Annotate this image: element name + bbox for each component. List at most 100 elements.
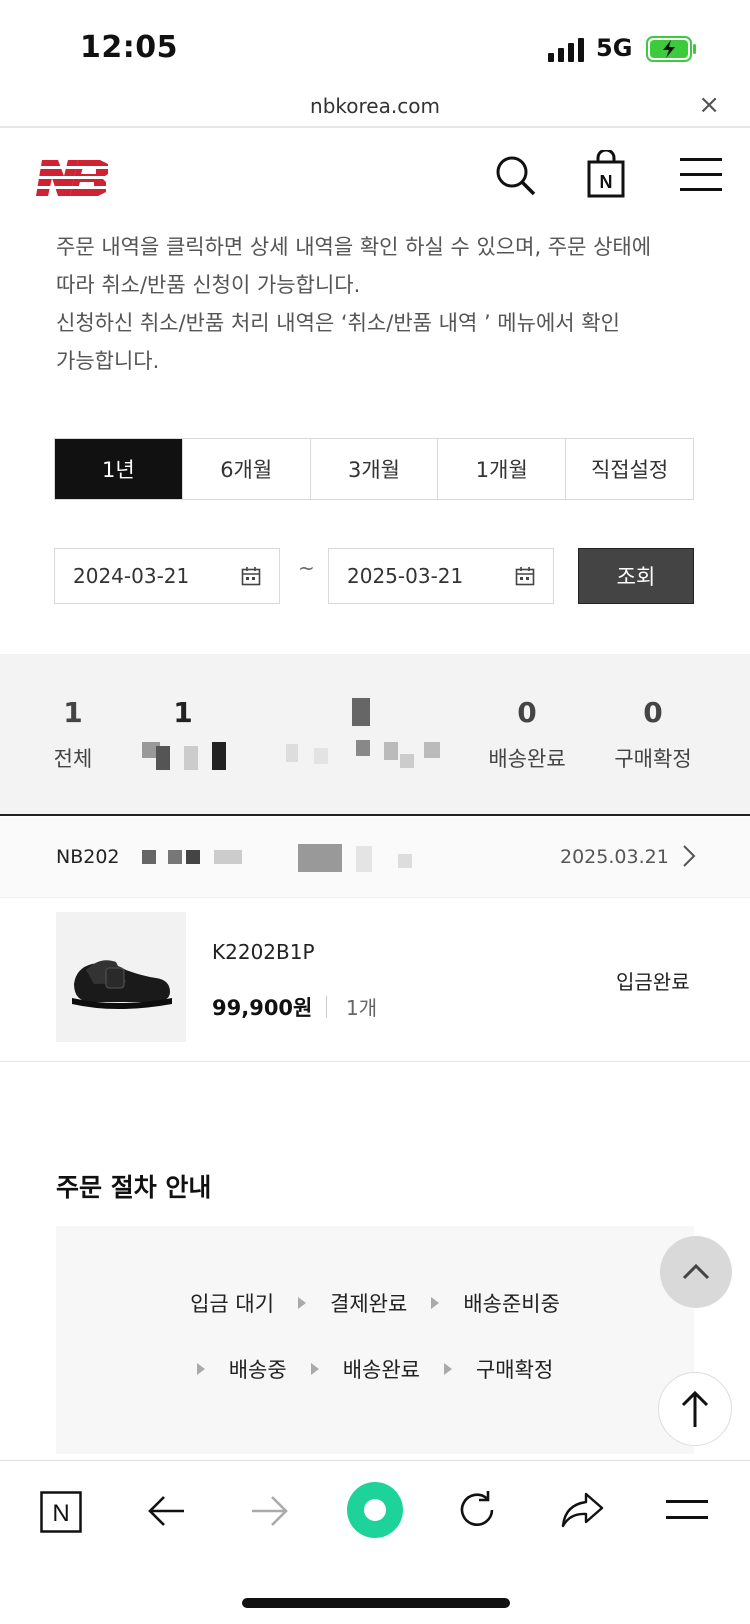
calendar-icon[interactable] bbox=[241, 566, 261, 586]
product-quantity: 1개 bbox=[346, 996, 378, 1020]
order-procedure-guide: 입금 대기 결제완료 배송준비중 배송중 배송완료 구매확정 bbox=[56, 1226, 694, 1454]
order-status: 입금완료 bbox=[616, 970, 690, 994]
order-number: NB202 bbox=[56, 846, 120, 868]
shopping-bag-icon[interactable]: N bbox=[586, 150, 626, 198]
triangle-right-icon bbox=[431, 1297, 440, 1309]
url-domain[interactable]: nbkorea.com bbox=[0, 94, 750, 118]
step-row: 배송중 배송완료 구매확정 bbox=[56, 1354, 694, 1384]
summary-label: 전체 bbox=[53, 747, 93, 771]
triangle-right-icon bbox=[298, 1297, 307, 1309]
notice-line: 주문 내역을 클릭하면 상세 내역을 확인 하실 수 있으며, 주문 상태에 bbox=[56, 235, 652, 259]
tab-3-months[interactable]: 3개월 bbox=[309, 439, 438, 499]
tab-custom-range[interactable]: 직접설정 bbox=[565, 439, 693, 499]
end-date-field[interactable]: 2025-03-21 bbox=[328, 548, 554, 604]
arrow-up-icon bbox=[681, 1390, 709, 1427]
product-code: K2202B1P bbox=[212, 940, 315, 964]
step-payment-complete: 결제완료 bbox=[330, 1292, 408, 1316]
scroll-up-button[interactable] bbox=[660, 1236, 732, 1308]
order-notice: 주문 내역을 클릭하면 상세 내역을 확인 하실 수 있으며, 주문 상태에 따… bbox=[56, 228, 706, 380]
n-letter: N bbox=[52, 1500, 69, 1527]
home-indicator bbox=[242, 1598, 510, 1608]
product-price: 99,900원 bbox=[212, 996, 313, 1020]
site-header: N bbox=[0, 128, 750, 228]
summary-all[interactable]: 1 전체 bbox=[18, 696, 128, 773]
tab-1-month[interactable]: 1개월 bbox=[437, 439, 565, 499]
redacted-mosaic bbox=[352, 698, 370, 726]
close-icon[interactable]: × bbox=[698, 90, 720, 120]
redacted-mosaic bbox=[384, 742, 398, 760]
step-delivered: 배송완료 bbox=[342, 1358, 420, 1382]
back-arrow-icon[interactable] bbox=[146, 1493, 186, 1529]
bag-letter: N bbox=[600, 172, 613, 192]
start-date-value: 2024-03-21 bbox=[73, 564, 190, 588]
tab-1-year[interactable]: 1년 bbox=[55, 439, 182, 499]
notice-line: 따라 취소/반품 신청이 가능합니다. bbox=[56, 273, 361, 297]
summary-label: 구매확정 bbox=[614, 747, 692, 771]
triangle-right-icon bbox=[196, 1363, 205, 1375]
redacted-mosaic bbox=[398, 854, 412, 868]
signal-icon bbox=[548, 36, 586, 62]
redacted-mosaic bbox=[356, 740, 370, 756]
redacted-mosaic bbox=[186, 850, 200, 864]
redacted-mosaic bbox=[212, 742, 226, 770]
redacted-mosaic bbox=[356, 846, 372, 872]
chevron-up-icon bbox=[682, 1263, 710, 1280]
url-bar[interactable]: nbkorea.com × bbox=[0, 88, 750, 128]
status-time: 12:05 bbox=[80, 30, 178, 65]
summary-label: 배송완료 bbox=[488, 747, 566, 771]
step-deposit-wait: 입금 대기 bbox=[190, 1292, 275, 1316]
calendar-icon[interactable] bbox=[515, 566, 535, 586]
redacted-mosaic bbox=[168, 850, 182, 864]
end-date-value: 2025-03-21 bbox=[347, 564, 464, 588]
hamburger-menu-icon[interactable] bbox=[680, 156, 722, 194]
step-shipping: 배송중 bbox=[228, 1358, 287, 1382]
redacted-mosaic bbox=[298, 844, 342, 872]
redacted-mosaic bbox=[142, 850, 156, 864]
summary-delivered[interactable]: 0 배송완료 bbox=[472, 696, 582, 773]
notice-line: 신청하신 취소/반품 처리 내역은 ‘취소/반품 내역 ’ 메뉴에서 확인 bbox=[56, 311, 620, 335]
forward-arrow-icon[interactable] bbox=[250, 1493, 290, 1529]
tab-6-months[interactable]: 6개월 bbox=[181, 439, 310, 499]
naver-n-icon[interactable]: N bbox=[40, 1491, 82, 1533]
date-separator: ~ bbox=[298, 556, 315, 580]
redacted-mosaic bbox=[286, 744, 298, 762]
order-status-summary: 1 전체 1 0 배송완료 0 구매확정 bbox=[0, 654, 750, 816]
status-bar: 12:05 5G bbox=[0, 0, 750, 88]
step-preparing-shipment: 배송준비중 bbox=[463, 1292, 560, 1316]
green-home-icon[interactable] bbox=[346, 1481, 404, 1539]
redacted-mosaic bbox=[424, 742, 440, 758]
scroll-to-top-button[interactable] bbox=[658, 1372, 732, 1446]
search-icon[interactable] bbox=[494, 154, 538, 198]
sandal-image bbox=[72, 960, 172, 1009]
guide-title: 주문 절차 안내 bbox=[56, 1173, 212, 1202]
step-purchase-confirmed: 구매확정 bbox=[475, 1358, 554, 1382]
order-header-row[interactable]: NB202 2025.03.21 bbox=[0, 818, 750, 898]
new-balance-logo[interactable] bbox=[28, 156, 112, 200]
redacted-mosaic bbox=[156, 746, 170, 770]
period-tabs: 1년 6개월 3개월 1개월 직접설정 bbox=[54, 438, 694, 500]
start-date-field[interactable]: 2024-03-21 bbox=[54, 548, 280, 604]
share-icon[interactable] bbox=[560, 1491, 604, 1529]
network-label: 5G bbox=[596, 34, 633, 62]
summary-count: 0 bbox=[643, 696, 663, 729]
redacted-mosaic bbox=[314, 748, 328, 764]
summary-deposit-wait[interactable]: 1 bbox=[128, 696, 238, 729]
product-thumbnail[interactable] bbox=[56, 912, 186, 1042]
notice-line: 가능합니다. bbox=[56, 349, 160, 373]
order-product-row[interactable]: K2202B1P 99,900원 1개 입금완료 bbox=[0, 898, 750, 1062]
step-row: 입금 대기 결제완료 배송준비중 bbox=[56, 1288, 694, 1318]
triangle-right-icon bbox=[443, 1363, 452, 1375]
order-date: 2025.03.21 bbox=[560, 846, 669, 868]
menu-icon[interactable] bbox=[666, 1497, 708, 1523]
summary-count: 1 bbox=[173, 696, 193, 729]
summary-purchase-confirmed[interactable]: 0 구매확정 bbox=[598, 696, 708, 773]
refresh-icon[interactable] bbox=[456, 1489, 498, 1531]
battery-charging-icon bbox=[646, 36, 696, 62]
divider bbox=[326, 996, 327, 1018]
chevron-right-icon[interactable] bbox=[682, 844, 696, 868]
triangle-right-icon bbox=[310, 1363, 319, 1375]
summary-count: 1 bbox=[63, 696, 83, 729]
search-button[interactable]: 조회 bbox=[578, 548, 694, 604]
summary-count: 0 bbox=[517, 696, 537, 729]
redacted-mosaic bbox=[400, 754, 414, 768]
